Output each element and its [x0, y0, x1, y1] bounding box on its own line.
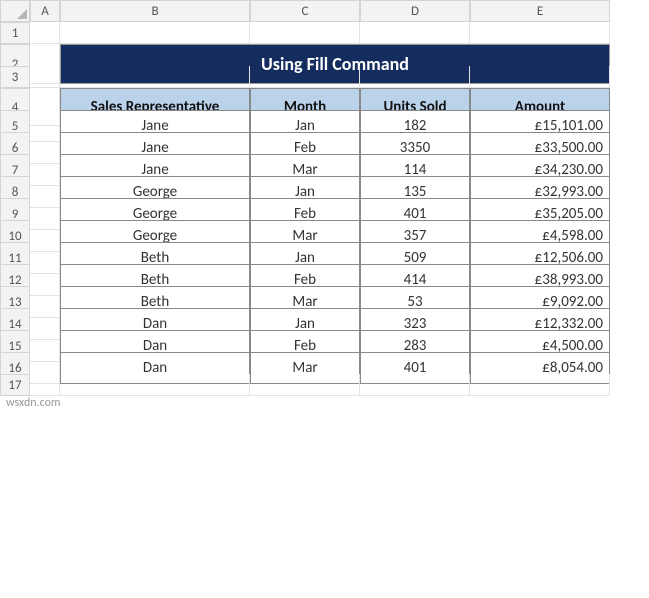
cell[interactable] — [470, 22, 610, 44]
row-header[interactable]: 3 — [0, 66, 30, 88]
col-header-D[interactable]: D — [360, 0, 470, 22]
watermark: wsxdn.com — [0, 396, 649, 410]
cell[interactable] — [250, 66, 360, 88]
cell[interactable] — [250, 374, 360, 396]
col-header-E[interactable]: E — [470, 0, 610, 22]
cell[interactable] — [250, 22, 360, 44]
cell[interactable] — [60, 374, 250, 396]
select-all-corner[interactable] — [0, 0, 30, 22]
cell[interactable] — [360, 374, 470, 396]
spreadsheet[interactable]: A B C D E 1 2 Using Fill Command 3 4 Sal… — [0, 0, 649, 396]
cell[interactable] — [30, 66, 60, 88]
row-header[interactable]: 17 — [0, 374, 30, 396]
col-header-A[interactable]: A — [30, 0, 60, 22]
col-header-C[interactable]: C — [250, 0, 360, 22]
cell[interactable] — [470, 66, 610, 88]
row-header[interactable]: 1 — [0, 22, 30, 44]
col-header-B[interactable]: B — [60, 0, 250, 22]
cell[interactable] — [360, 22, 470, 44]
cell[interactable] — [60, 22, 250, 44]
cell[interactable] — [60, 66, 250, 88]
cell[interactable] — [360, 66, 470, 88]
cell[interactable] — [30, 374, 60, 396]
cell[interactable] — [470, 374, 610, 396]
cell[interactable] — [30, 22, 60, 44]
